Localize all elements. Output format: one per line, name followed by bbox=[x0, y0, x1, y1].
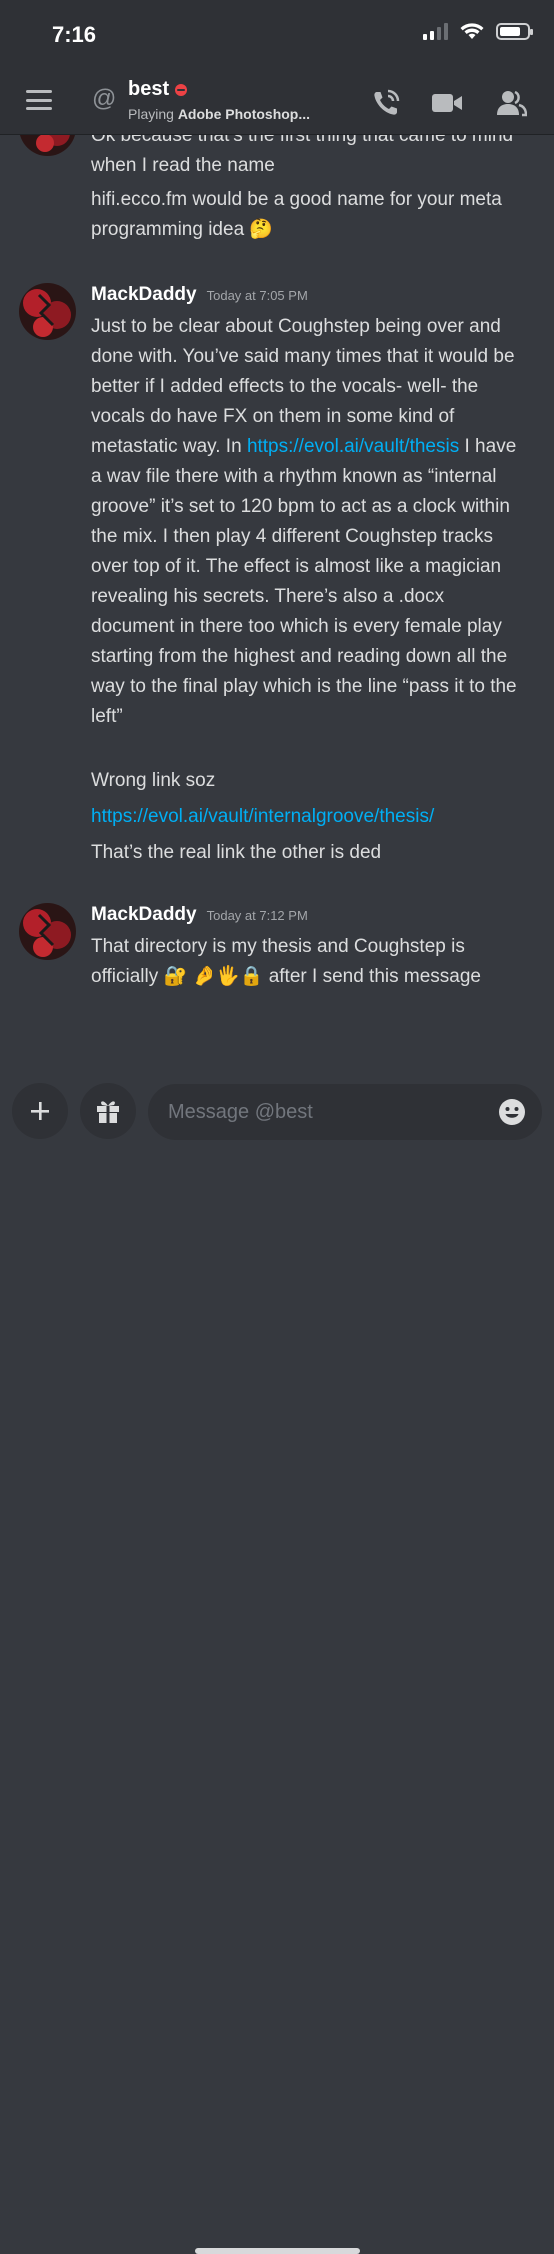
avatar[interactable] bbox=[19, 283, 76, 340]
message-text: That’s the real link the other is ded bbox=[91, 842, 382, 863]
video-camera-icon[interactable] bbox=[430, 86, 464, 120]
wifi-icon bbox=[460, 23, 484, 39]
members-icon[interactable] bbox=[494, 86, 528, 120]
gift-icon[interactable] bbox=[80, 1083, 136, 1139]
at-icon: @ bbox=[92, 85, 117, 112]
message-text: hifi.ecco.fm would be a good name for yo… bbox=[91, 185, 531, 245]
message-text: That directory is my thesis and Coughste… bbox=[91, 932, 531, 992]
message-author[interactable]: MackDaddy Today at 7:12 PM bbox=[91, 904, 308, 926]
status-bar: 7:16 bbox=[0, 0, 554, 72]
menu-icon[interactable] bbox=[26, 90, 52, 110]
lock-hand-emojis: 🔐 🤌🖐🔒 bbox=[163, 966, 264, 987]
avatar[interactable] bbox=[19, 903, 76, 960]
message-author[interactable]: MackDaddy Today at 7:05 PM bbox=[91, 284, 308, 306]
message-text: Just to be clear about Coughstep being o… bbox=[91, 316, 517, 727]
dnd-status-icon bbox=[175, 83, 188, 96]
dm-recipient-name[interactable]: best bbox=[128, 78, 188, 101]
activity-status: Playing Adobe Photoshop... bbox=[128, 106, 311, 122]
battery-icon bbox=[496, 22, 533, 40]
message-composer bbox=[0, 1066, 554, 2254]
message-link[interactable]: https://evol.ai/vault/thesis bbox=[247, 436, 459, 457]
status-time: 7:16 bbox=[52, 22, 97, 47]
home-indicator[interactable] bbox=[195, 2248, 360, 2254]
message-input[interactable] bbox=[148, 1084, 542, 1140]
emoji-smile-icon[interactable] bbox=[498, 1098, 526, 1126]
message-timestamp: Today at 7:12 PM bbox=[206, 908, 308, 923]
message-list[interactable]: Ok because that’s the first thing that c… bbox=[0, 135, 554, 1066]
message-text: Ok because that’s the first thing that c… bbox=[91, 135, 514, 176]
thinking-face-emoji: 🤔 bbox=[249, 219, 274, 240]
message-timestamp: Today at 7:05 PM bbox=[206, 288, 308, 303]
message-link[interactable]: https://evol.ai/vault/internalgroove/the… bbox=[91, 802, 531, 832]
avatar[interactable] bbox=[19, 135, 76, 156]
message-text: Wrong link soz bbox=[91, 770, 216, 791]
phone-call-icon[interactable] bbox=[369, 86, 403, 120]
plus-icon[interactable] bbox=[12, 1083, 68, 1139]
channel-header: @ best Playing Adobe Photoshop... bbox=[0, 72, 554, 135]
cellular-signal-icon bbox=[423, 22, 448, 40]
